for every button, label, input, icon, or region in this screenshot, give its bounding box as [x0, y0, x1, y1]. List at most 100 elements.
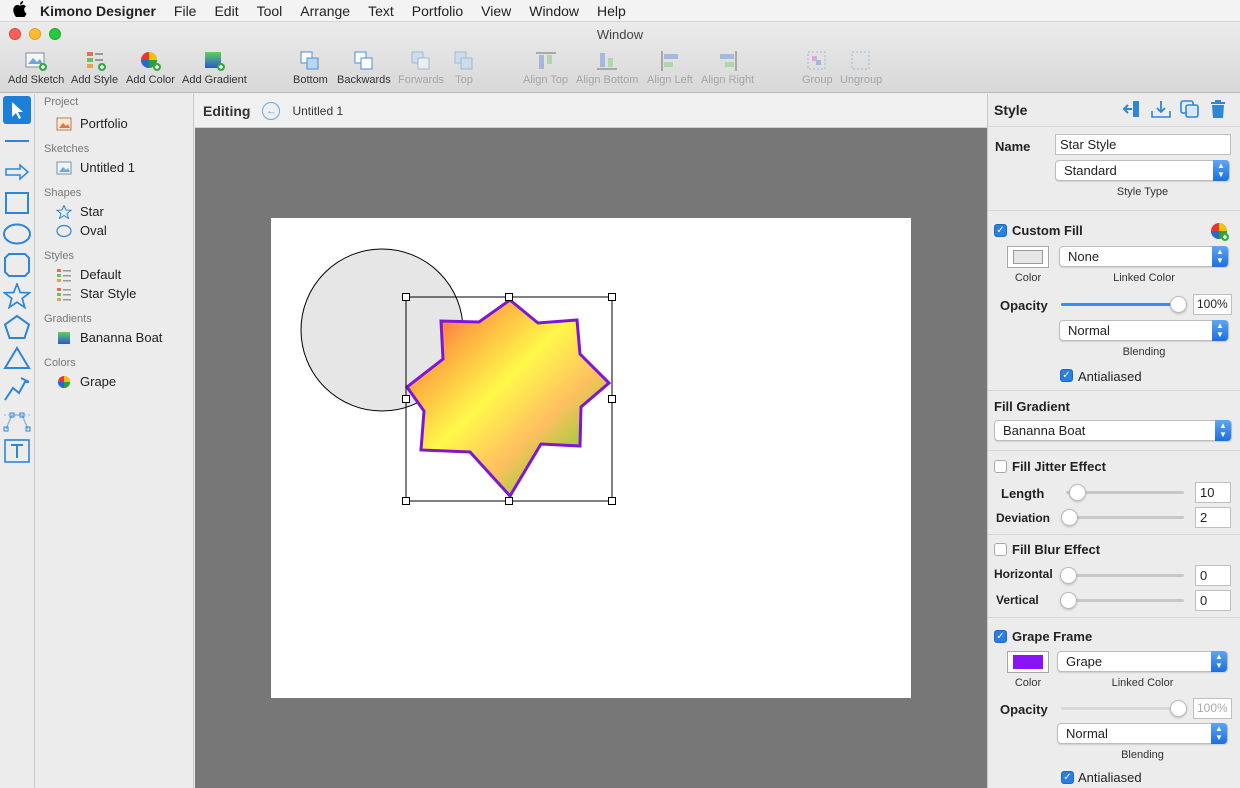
custom-fill-swatch: [1013, 250, 1043, 264]
bezier-tool[interactable]: [3, 406, 31, 434]
align-right-button[interactable]: Align Right: [701, 50, 754, 86]
rounded-rect-tool[interactable]: [3, 251, 31, 279]
add-color-button[interactable]: Add Color: [126, 50, 175, 86]
document-name: Untitled 1: [292, 103, 344, 118]
align-top-button[interactable]: Align Top: [523, 50, 568, 86]
app-name-menu[interactable]: Kimono Designer: [40, 3, 156, 19]
text-box-icon: [4, 439, 30, 463]
shape-star-item[interactable]: Star: [56, 204, 104, 219]
align-right-icon: [719, 51, 737, 71]
custom-fill-opacity-field[interactable]: 100%: [1193, 294, 1232, 315]
send-backwards-button[interactable]: Backwards: [337, 50, 391, 86]
bring-bottom-icon: [300, 51, 319, 70]
custom-fill-blending-popup[interactable]: Normal ▲ ▼: [1059, 320, 1229, 341]
duplicate-style-icon[interactable]: [1179, 99, 1201, 119]
bring-forwards-button[interactable]: Forwards: [398, 50, 444, 86]
back-arrow-icon[interactable]: ←: [262, 101, 281, 120]
inspector-divider: [988, 450, 1240, 451]
popup-stepper-icon: ▲ ▼: [1213, 160, 1229, 181]
sketch-paper[interactable]: [271, 218, 911, 698]
grape-frame-blending-popup[interactable]: Normal ▲ ▼: [1057, 723, 1228, 744]
bring-to-top-button[interactable]: Top: [452, 50, 476, 86]
gradient-bananna-boat-item[interactable]: Bananna Boat: [56, 330, 162, 345]
grape-frame-linked-color-popup[interactable]: Grape ▲ ▼: [1057, 651, 1228, 672]
jitter-deviation-field[interactable]: 2: [1195, 507, 1231, 528]
source-list: Project Portfolio Sketches Untitled 1 Sh…: [36, 94, 194, 788]
triangle-icon: [3, 346, 31, 369]
menu-window[interactable]: Window: [529, 3, 579, 19]
grape-frame-checkbox[interactable]: ✓: [994, 630, 1007, 643]
jitter-length-slider[interactable]: [1069, 484, 1086, 501]
apple-menu-icon[interactable]: [0, 0, 40, 21]
color-grape-item[interactable]: Grape: [56, 374, 116, 389]
align-left-button[interactable]: Align Left: [647, 50, 693, 86]
pentagon-tool[interactable]: [3, 313, 31, 341]
rectangle-icon: [5, 192, 29, 214]
send-to-bottom-button[interactable]: Bottom: [293, 50, 328, 86]
canvas-area[interactable]: [195, 128, 987, 788]
grape-frame-color-well[interactable]: [1007, 651, 1049, 673]
inspector-divider: [988, 534, 1240, 535]
blur-vertical-slider[interactable]: [1060, 592, 1077, 609]
fill-gradient-value: Bananna Boat: [1003, 423, 1086, 438]
add-sketch-button[interactable]: Add Sketch: [8, 50, 64, 86]
apply-style-icon[interactable]: [1122, 99, 1142, 119]
custom-fill-blending-value: Normal: [1068, 323, 1110, 338]
jitter-length-field[interactable]: 10: [1195, 482, 1231, 503]
project-portfolio-item[interactable]: Portfolio: [56, 116, 128, 131]
ungroup-button[interactable]: Ungroup: [840, 50, 882, 86]
import-style-icon[interactable]: [1150, 99, 1172, 119]
rectangle-tool[interactable]: [3, 189, 31, 217]
sketch-untitled-item[interactable]: Untitled 1: [56, 160, 135, 175]
jitter-deviation-slider[interactable]: [1061, 509, 1078, 526]
bring-top-icon: [454, 51, 473, 70]
menu-view[interactable]: View: [481, 3, 511, 19]
grape-frame-antialiased-checkbox[interactable]: ✓: [1061, 771, 1074, 784]
trash-icon[interactable]: [1209, 99, 1227, 119]
style-type-popup[interactable]: Standard ▲ ▼: [1055, 160, 1230, 181]
grape-frame-opacity-field[interactable]: 100%: [1193, 698, 1232, 719]
line-tool[interactable]: [3, 127, 31, 155]
custom-fill-linked-color-popup[interactable]: None ▲ ▼: [1059, 246, 1229, 267]
style-star-style-item[interactable]: Star Style: [56, 286, 136, 301]
menu-help[interactable]: Help: [597, 3, 626, 19]
text-tool[interactable]: [3, 437, 31, 465]
style-default-item[interactable]: Default: [56, 267, 121, 282]
add-gradient-button[interactable]: Add Gradient: [182, 50, 247, 86]
blur-vertical-field[interactable]: 0: [1195, 590, 1231, 611]
oval-tool[interactable]: [3, 220, 31, 248]
shape-oval-item[interactable]: Oval: [56, 223, 107, 238]
menu-text[interactable]: Text: [368, 3, 394, 19]
forwards-label: Forwards: [398, 74, 444, 86]
align-bottom-button[interactable]: Align Bottom: [576, 50, 638, 86]
custom-fill-checkbox[interactable]: ✓: [994, 224, 1007, 237]
blur-horizontal-field[interactable]: 0: [1195, 565, 1231, 586]
custom-fill-opacity-slider[interactable]: [1170, 296, 1187, 313]
triangle-tool[interactable]: [3, 344, 31, 372]
menu-file[interactable]: File: [174, 3, 197, 19]
group-button[interactable]: Group: [802, 50, 833, 86]
custom-fill-antialiased-checkbox[interactable]: ✓: [1060, 369, 1073, 382]
grape-frame-opacity-slider[interactable]: [1170, 700, 1187, 717]
add-style-button[interactable]: Add Style: [71, 50, 118, 86]
menu-arrange[interactable]: Arrange: [300, 3, 350, 19]
align-bottom-label: Align Bottom: [576, 74, 639, 86]
ungroup-label: Ungroup: [840, 74, 883, 86]
fill-blur-checkbox[interactable]: [994, 543, 1007, 556]
star-icon: [56, 204, 72, 219]
polyline-tool[interactable]: [3, 375, 31, 403]
fill-gradient-popup[interactable]: Bananna Boat ▲ ▼: [994, 420, 1232, 441]
blur-horizontal-slider[interactable]: [1060, 567, 1077, 584]
style-name-field[interactable]: Star Style: [1055, 134, 1231, 155]
color-wheel-icon[interactable]: [1210, 222, 1230, 242]
menu-portfolio[interactable]: Portfolio: [412, 3, 463, 19]
arrow-tool[interactable]: [3, 158, 31, 186]
add-gradient-label: Add Gradient: [182, 74, 247, 86]
custom-fill-color-well[interactable]: [1007, 246, 1049, 268]
menu-tool[interactable]: Tool: [257, 3, 283, 19]
select-tool[interactable]: [3, 96, 31, 124]
fill-jitter-checkbox[interactable]: [994, 460, 1007, 473]
star-tool[interactable]: [3, 282, 31, 310]
custom-fill-opacity-fill: [1061, 303, 1185, 306]
menu-edit[interactable]: Edit: [214, 3, 238, 19]
